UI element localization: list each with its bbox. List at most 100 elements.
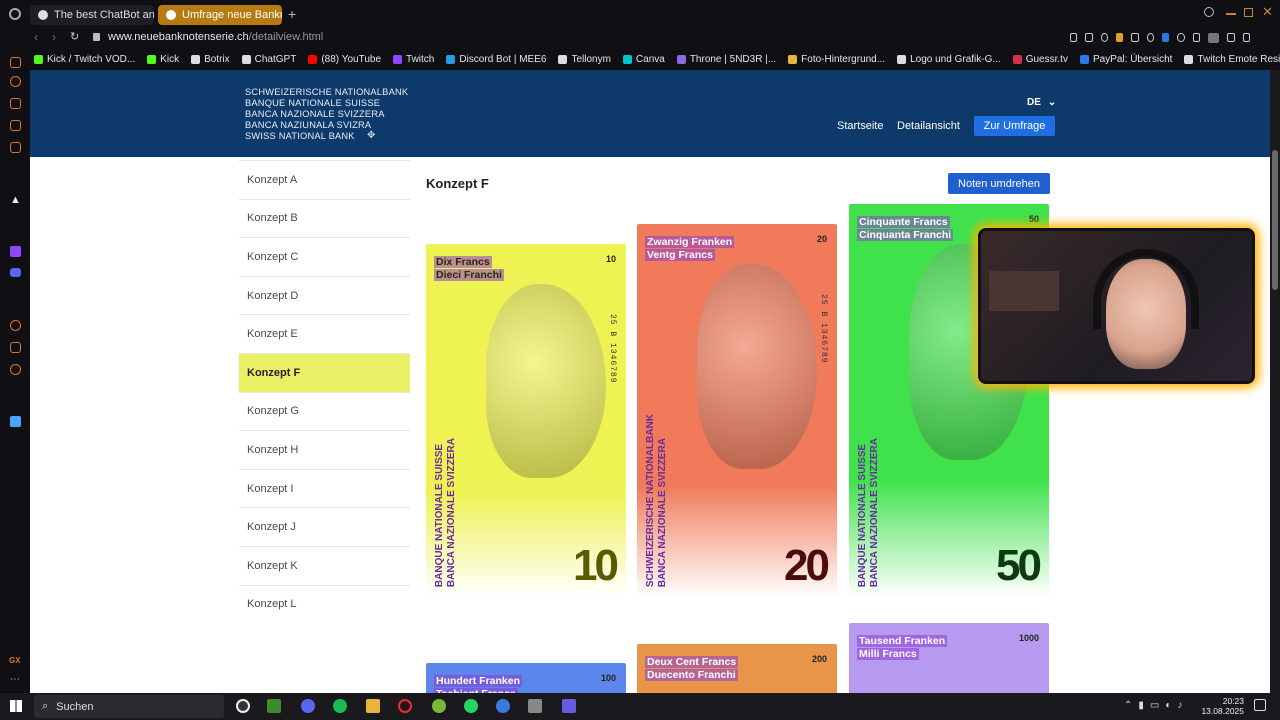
app-icon-discord[interactable] — [301, 699, 315, 713]
bookmark-item[interactable]: (88) YouTube — [308, 54, 381, 65]
banknote-20[interactable]: Zwanzig Franken Ventg Francs 20 20 SCHWEIZER… — [637, 224, 837, 597]
bookmark-item[interactable]: Twitch — [393, 54, 434, 65]
app-icon-green[interactable] — [432, 699, 446, 713]
bookmark-item[interactable]: Discord Bot | MEE6 — [446, 54, 546, 65]
banknote-label: Cinquante Francs — [857, 216, 950, 228]
app-icon-blue[interactable] — [496, 699, 510, 713]
search-tabs-icon[interactable] — [1204, 7, 1214, 17]
history-icon[interactable] — [10, 320, 21, 331]
bookmark-item[interactable]: Kick / Twitch VOD... — [34, 54, 135, 65]
minimize-icon[interactable] — [1226, 13, 1236, 15]
reload-icon[interactable]: ↻ — [70, 30, 79, 43]
url-field[interactable]: www.neuebanknotenserie.ch/detailview.htm… — [108, 31, 323, 43]
bookmark-label: (88) YouTube — [321, 53, 382, 65]
webcam-overlay — [978, 228, 1255, 384]
scrollbar-thumb[interactable] — [1272, 150, 1278, 290]
new-tab-button[interactable]: + — [288, 6, 296, 22]
bookmark-item[interactable]: PayPal: Übersicht — [1079, 53, 1173, 65]
bookmark-label: Kick — [160, 53, 180, 65]
banknote-100[interactable]: Hundert FrankenTschient Francs100 — [426, 663, 626, 693]
app-icon-spotify[interactable] — [333, 699, 347, 713]
forward-icon[interactable]: › — [52, 30, 56, 44]
bookmark-favicon-icon — [446, 54, 456, 64]
more-icon[interactable]: ⋯ — [10, 674, 20, 685]
gx-icon[interactable]: GX — [9, 656, 21, 665]
search-placeholder: Suchen — [56, 700, 94, 713]
clock[interactable]: 20:23 13.08.2025 — [1198, 696, 1244, 716]
bookmark-item[interactable]: Guessr.tv — [1012, 53, 1068, 65]
taskbar-search[interactable]: ⌕ Suchen — [34, 695, 224, 718]
banknote-corner-value: 1000 — [1018, 633, 1039, 643]
discord-icon[interactable] — [10, 268, 21, 277]
bookmark-item[interactable]: Foto-Hintergrund... — [788, 54, 885, 65]
system-tray-icons[interactable]: ⌃▮▭◐♪ — [1124, 700, 1188, 711]
bookmark-label: Kick / Twitch VOD... — [47, 53, 136, 65]
app-icon-explorer[interactable] — [366, 699, 380, 713]
tab-label: The best ChatBot and Wi — [54, 9, 154, 21]
app-icon-obs[interactable] — [236, 699, 250, 713]
sidebar-icon[interactable] — [10, 57, 21, 68]
banknote-denomination: 10 — [573, 541, 619, 590]
bank-name-line: BANQUE NATIONALE SUISSE — [857, 443, 868, 587]
windows-start-icon[interactable] — [10, 700, 22, 712]
opera-logo-icon[interactable] — [9, 8, 21, 20]
banknote-label: Duecento Franchi — [645, 669, 738, 681]
bookmark-favicon-icon — [191, 54, 201, 64]
sidebar-icon[interactable] — [10, 142, 21, 153]
bookmark-item[interactable]: Tellonym — [558, 53, 611, 65]
banknote-label: Ventg Francs — [645, 249, 715, 261]
banknote-label: Milli Francs — [857, 648, 919, 660]
twitch-icon[interactable] — [10, 246, 21, 257]
close-icon[interactable]: ✕ — [1262, 4, 1273, 20]
app-icon-purple[interactable] — [562, 699, 576, 713]
bookmark-favicon-icon — [1012, 54, 1022, 64]
bank-name-line: BANCA NAZIONALE SVIZZERA — [869, 437, 880, 587]
url-path: /detailview.html — [248, 31, 324, 43]
app-icon-minecraft[interactable] — [267, 699, 281, 713]
settings-icon[interactable] — [10, 364, 21, 375]
browser-sidebar: ▲ GX ⋯ — [0, 57, 30, 693]
sidebar-icon[interactable] — [10, 76, 21, 87]
banknote-label: Dieci Franchi — [434, 269, 504, 281]
bookmark-label: PayPal: Übersicht — [1092, 53, 1173, 65]
app-icon-opera-gx[interactable] — [398, 699, 412, 713]
banknote-1000[interactable]: Tausend Franken Milli Francs 1000 — [849, 623, 1049, 693]
sidebar-icon[interactable] — [10, 416, 21, 427]
bookmark-label: Tellonym — [571, 53, 611, 65]
bookmark-item[interactable]: Canva — [622, 54, 665, 65]
banknote-200[interactable]: Deux Cent Francs Duecento Franchi 200 — [637, 644, 837, 693]
notifications-icon[interactable] — [1254, 699, 1266, 711]
bookmark-item[interactable]: Kick — [147, 54, 179, 65]
app-icon-whatsapp[interactable] — [464, 699, 478, 713]
bookmark-label: Guessr.tv — [1025, 53, 1068, 65]
banknote-label: Tausend Franken — [857, 635, 948, 647]
extension-icons[interactable] — [1070, 33, 1251, 43]
bookmark-item[interactable]: Throne | 5ND3R |... — [676, 54, 776, 65]
tab-chatbot[interactable]: The best ChatBot and Wi — [30, 5, 154, 25]
maximize-icon[interactable] — [1244, 8, 1253, 17]
bookmark-favicon-icon — [788, 54, 798, 64]
banknote-10[interactable]: Dix Francs Dieci Franchi 10 10 BANQUE NATION… — [426, 244, 626, 597]
sidebar-icon[interactable] — [10, 120, 21, 131]
banknote-label: Cinquanta Franchi — [857, 229, 954, 241]
banknote-corner-value: 100 — [600, 673, 616, 683]
bookmark-favicon-icon — [1079, 54, 1089, 64]
bookmark-item[interactable]: Twitch Emote Resi... — [1184, 54, 1280, 65]
app-icon-grey[interactable] — [528, 699, 542, 713]
banknote-bank-name: SCHWEIZERISCHE NATIONALBANK BANCA NAZIONA… — [645, 414, 669, 587]
back-icon[interactable]: ‹ — [34, 30, 38, 44]
bookmark-label: Twitch Emote Resi... — [1197, 53, 1280, 65]
sidebar-icon[interactable]: ▲ — [10, 194, 21, 206]
headset-icon — [1093, 249, 1199, 329]
url-host: www.neuebanknotenserie.ch — [108, 31, 249, 43]
bookmark-item[interactable]: Botrix — [191, 54, 230, 65]
bookmark-item[interactable]: Logo und Grafik-G... — [897, 54, 1001, 65]
bookmark-label: Foto-Hintergrund... — [801, 53, 886, 65]
sidebar-icon[interactable] — [10, 342, 21, 353]
bookmark-label: ChatGPT — [254, 53, 297, 65]
sidebar-icon[interactable] — [10, 98, 21, 109]
bookmark-item[interactable]: ChatGPT — [241, 53, 297, 65]
bookmark-label: Logo und Grafik-G... — [910, 53, 1001, 65]
search-icon: ⌕ — [42, 700, 49, 712]
tab-umfrage[interactable]: Umfrage neue Banknoten — [158, 5, 282, 25]
